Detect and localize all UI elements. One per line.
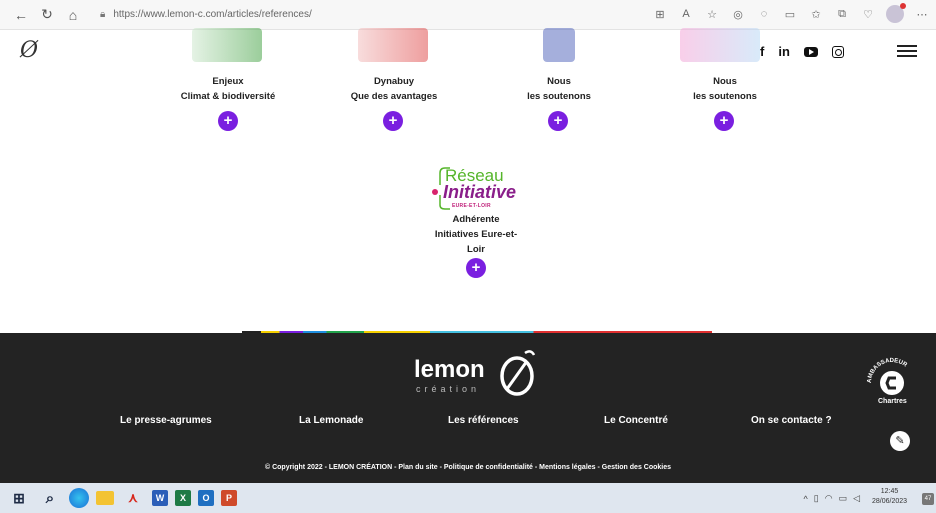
card-subtitle: les soutenons: [527, 91, 591, 102]
card-title: Nous: [547, 76, 571, 87]
footer-link-contact[interactable]: On se contacte ?: [751, 415, 832, 426]
card-expand-button[interactable]: +: [383, 111, 403, 131]
collections-icon[interactable]: ⧉: [834, 4, 850, 24]
card-soutien-1: Nous les soutenons: [479, 74, 639, 104]
powerpoint-icon[interactable]: P: [221, 490, 237, 506]
windows-taskbar: ⊞ ⌕ ⋏ W X O P: [0, 483, 936, 513]
pen-icon[interactable]: ✎: [890, 431, 910, 451]
favorite-star-icon[interactable]: ☆: [704, 4, 720, 24]
card-soutien-2: Nous les soutenons: [645, 74, 805, 104]
acrobat-icon[interactable]: ⋏: [121, 486, 145, 510]
card-subtitle: Climat & biodiversité: [180, 91, 276, 102]
card-subtitle: Initiatives Eure-et-: [434, 229, 518, 240]
instagram-icon[interactable]: [831, 45, 844, 58]
footer-link-references[interactable]: Les références: [448, 415, 519, 426]
footer-link-lemonade[interactable]: La Lemonade: [299, 415, 363, 426]
clock-date: 28/06/2023: [872, 498, 908, 505]
card-title: Adhérente: [452, 214, 500, 225]
partner-logo-soutien-2: [680, 28, 760, 62]
url-text: https://www.lemon-c.com/articles/referen…: [113, 9, 312, 20]
taskbar-clock[interactable]: 12:45 28/06/2023: [872, 487, 907, 507]
outlook-icon[interactable]: O: [198, 490, 214, 506]
chevron-up-icon[interactable]: ^: [804, 494, 808, 504]
linkedin-icon[interactable]: in: [778, 44, 790, 59]
menu-burger-icon[interactable]: [897, 45, 917, 57]
card-climat: Enjeux Climat & biodiversité: [148, 74, 308, 104]
more-icon[interactable]: ⋯: [914, 4, 930, 24]
card-expand-button[interactable]: +: [466, 258, 486, 278]
partner-logo-dynabuy: [358, 28, 428, 62]
browser-toolbar: ← ↻ ⌂ 🔒︎ https://www.lemon-c.com/article…: [0, 0, 936, 30]
address-bar[interactable]: 🔒︎ https://www.lemon-c.com/articles/refe…: [94, 4, 634, 26]
profile-avatar[interactable]: [886, 3, 906, 23]
extension-icon[interactable]: ◎: [730, 4, 746, 24]
extension-icon-2[interactable]: ◌: [756, 4, 772, 24]
card-expand-button[interactable]: +: [218, 111, 238, 131]
back-icon[interactable]: ←: [8, 2, 34, 28]
home-icon[interactable]: ⌂: [60, 2, 86, 28]
footer-link-concentre[interactable]: Le Concentré: [604, 415, 668, 426]
volume-icon[interactable]: ◁: [853, 493, 860, 504]
apps-icon[interactable]: ⊞: [652, 4, 668, 24]
card-reseau-initiative: Adhérente Initiatives Eure-et- Loir: [396, 212, 556, 257]
reseau-logo-line2: Initiative: [443, 182, 517, 202]
card-subtitle: les soutenons: [693, 91, 757, 102]
youtube-icon[interactable]: [803, 46, 818, 57]
reload-icon[interactable]: ↻: [34, 2, 60, 28]
card-expand-button[interactable]: +: [548, 111, 568, 131]
split-screen-icon[interactable]: ▭: [782, 4, 798, 24]
display-icon[interactable]: ▭: [839, 493, 848, 504]
footer-link-presse-agrumes[interactable]: Le presse-agrumes: [120, 415, 212, 426]
read-aloud-icon[interactable]: A: [678, 4, 694, 24]
card-title: Enjeux: [212, 76, 244, 87]
notification-badge[interactable]: 47: [922, 493, 934, 505]
card-subtitle: Que des avantages: [350, 91, 438, 102]
word-icon[interactable]: W: [152, 490, 168, 506]
reseau-logo-line3: EURE-ET-LOIR: [452, 203, 491, 209]
badge-label: Chartres: [878, 398, 907, 405]
browser-extensions: ⊞ A ☆ ◎ ◌ ▭ ✩ ⧉ ♡ ⋯: [652, 3, 930, 24]
system-tray: ^ ▯ ◠ ▭ ◁: [804, 493, 860, 504]
footer-brand-sub: création: [416, 384, 481, 394]
excel-icon[interactable]: X: [175, 490, 191, 506]
lemon-logo-icon[interactable]: Ø: [20, 38, 38, 63]
footer-copyright: © Copyright 2022 - LEMON CRÉATION - Plan…: [264, 464, 672, 471]
battery-icon[interactable]: ▯: [814, 493, 819, 504]
card-title: Dynabuy: [373, 76, 415, 87]
wifi-icon[interactable]: ◠: [825, 493, 833, 504]
search-icon[interactable]: ⌕: [38, 486, 62, 510]
footer-brand[interactable]: lemon: [414, 356, 485, 384]
card-dynabuy: Dynabuy Que des avantages: [314, 74, 474, 104]
lock-icon: 🔒︎: [100, 9, 106, 20]
card-expand-button[interactable]: +: [714, 111, 734, 131]
windows-start-icon[interactable]: ⊞: [7, 486, 31, 510]
favorites-icon[interactable]: ✩: [808, 4, 824, 24]
edge-browser-icon[interactable]: [69, 488, 89, 508]
file-explorer-icon[interactable]: [96, 491, 114, 505]
facebook-icon[interactable]: f: [760, 44, 764, 59]
card-subtitle-2: Loir: [467, 244, 485, 255]
card-title: Nous: [713, 76, 737, 87]
lemon-mark-icon: [500, 350, 536, 396]
browser-essentials-icon[interactable]: ♡: [860, 4, 876, 24]
partner-logo-soutien-1: [543, 28, 575, 62]
partner-logo-climat: [192, 28, 262, 62]
clock-time: 12:45: [880, 488, 899, 495]
social-links: f in: [760, 44, 844, 59]
